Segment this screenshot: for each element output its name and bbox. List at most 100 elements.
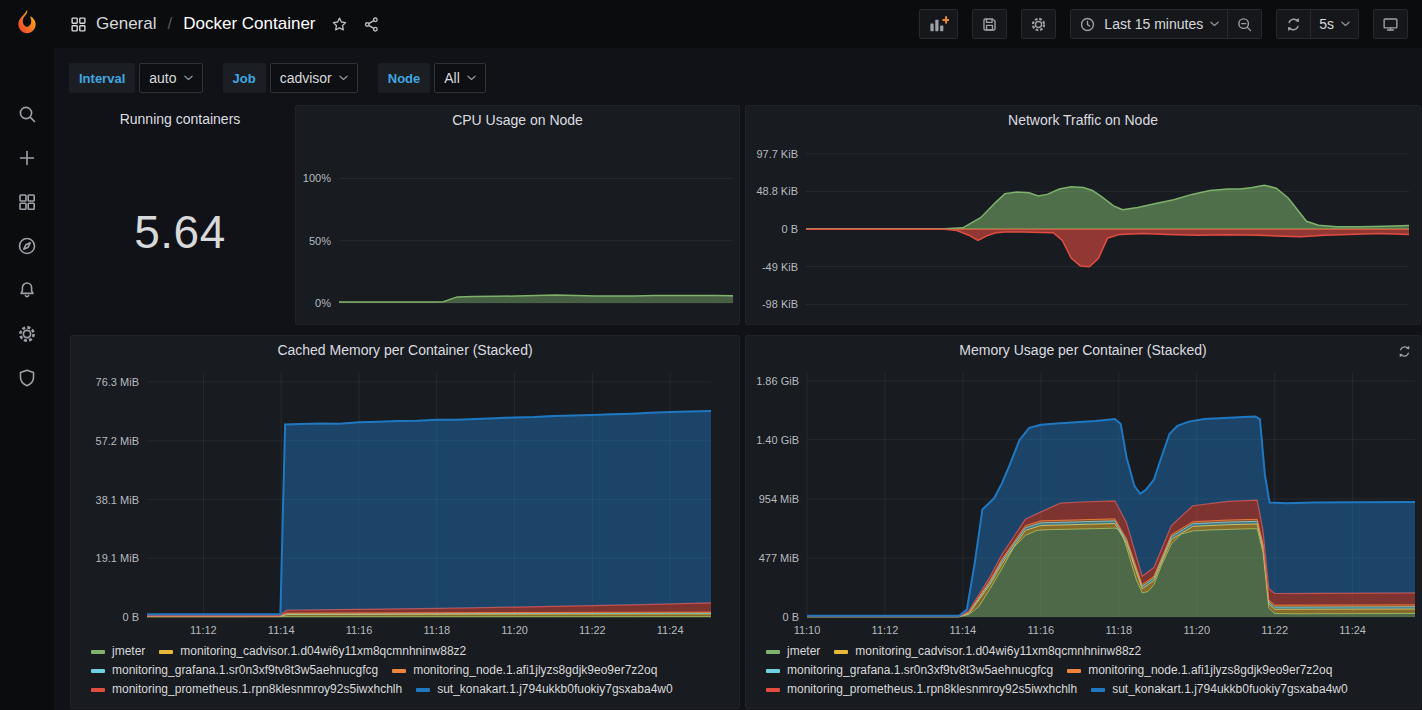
star-icon[interactable] <box>331 16 348 33</box>
y-tick-label: 19.1 MiB <box>96 552 139 564</box>
shield-icon[interactable] <box>17 368 37 388</box>
legend-label: jmeter <box>787 642 820 661</box>
y-tick-label: 50% <box>309 235 331 247</box>
legend-swatch <box>91 669 105 673</box>
x-tick-label: 11:14 <box>950 624 977 636</box>
legend-item[interactable]: monitoring_prometheus.1.rpn8klesnmroy92s… <box>91 680 402 699</box>
variable-job-value[interactable]: cadvisor <box>270 63 358 93</box>
legend-item[interactable]: monitoring_prometheus.1.rpn8klesnmroy92s… <box>766 680 1077 699</box>
search-icon[interactable] <box>17 104 37 124</box>
panel-title[interactable]: Network Traffic on Node <box>746 112 1420 128</box>
settings-icon[interactable] <box>17 324 37 344</box>
explore-icon[interactable] <box>17 236 37 256</box>
x-tick-label: 11:16 <box>1027 624 1054 636</box>
legend-row: jmeter monitoring_cadvisor.1.d04wi6y11xm8… <box>766 642 1412 661</box>
time-picker: Last 15 minutes <box>1070 9 1262 39</box>
dashboards-icon[interactable] <box>17 192 37 212</box>
legend-row: monitoring_grafana.1.sr0n3xf9tv8t3w5aehn… <box>766 661 1412 680</box>
legend-item[interactable]: monitoring_cadvisor.1.d04wi6y11xm8qcmnhn… <box>159 642 466 661</box>
y-tick-label: 0% <box>315 297 331 309</box>
legend-item[interactable]: jmeter <box>91 642 145 661</box>
dashboard-grid-icon <box>70 16 87 33</box>
legend-label: monitoring_node.1.afi1jlyzs8gdjk9eo9er7z… <box>413 661 657 680</box>
legend-label: monitoring_prometheus.1.rpn8klesnmroy92s… <box>112 680 402 699</box>
legend-swatch <box>392 669 406 673</box>
variable-job: Job cadvisor <box>223 63 358 93</box>
chevron-down-icon <box>1210 21 1219 27</box>
topbar: General / Docker Container Last 15 minut… <box>54 0 1422 48</box>
refresh-interval-button[interactable]: 5s <box>1310 10 1358 38</box>
legend-item[interactable]: sut_konakart.1.j794ukkb0fuokiy7gsxaba4w0 <box>416 680 673 699</box>
legend-swatch <box>159 650 173 654</box>
legend-item[interactable]: monitoring_node.1.afi1jlyzs8gdjk9eo9er7z… <box>392 661 657 680</box>
panel-title[interactable]: Memory Usage per Container (Stacked) <box>746 342 1420 358</box>
legend-swatch <box>766 669 780 673</box>
chevron-down-icon <box>1341 21 1350 27</box>
legend-item[interactable]: monitoring_cadvisor.1.d04wi6y11xm8qcmnhn… <box>834 642 1141 661</box>
panel-refresh-icon[interactable] <box>1397 344 1412 359</box>
y-tick-label: 38.1 MiB <box>96 494 139 506</box>
x-tick-label: 11:20 <box>501 624 528 636</box>
variable-node-value[interactable]: All <box>434 63 486 93</box>
legend-label: jmeter <box>112 642 145 661</box>
variable-node: Node All <box>378 63 486 93</box>
y-tick-label: 48.8 KiB <box>756 185 798 197</box>
x-tick-label: 11:22 <box>579 624 606 636</box>
variable-interval-value-text: auto <box>149 70 176 86</box>
variables-row: Interval auto Job cadvisor Node All <box>69 63 486 93</box>
legend-item[interactable]: monitoring_node.1.afi1jlyzs8gdjk9eo9er7z… <box>1067 661 1332 680</box>
y-tick-label: 57.2 MiB <box>96 435 139 447</box>
x-tick-label: 11:22 <box>1261 624 1288 636</box>
y-tick-label: -49 KiB <box>762 261 798 273</box>
dashboard-toolbar: Last 15 minutes 5s <box>919 9 1408 39</box>
alerting-icon[interactable] <box>17 280 37 300</box>
legend-label: monitoring_grafana.1.sr0n3xf9tv8t3w5aehn… <box>112 661 378 680</box>
legend-swatch <box>766 688 780 692</box>
variable-node-label[interactable]: Node <box>378 63 431 93</box>
legend-label: monitoring_grafana.1.sr0n3xf9tv8t3w5aehn… <box>787 661 1053 680</box>
legend-label: sut_konakart.1.j794ukkb0fuokiy7gsxaba4w0 <box>1112 680 1348 699</box>
add-panel-button[interactable] <box>919 9 958 39</box>
network-chart[interactable]: 97.7 KiB48.8 KiB0 B-49 KiB-98 KiB <box>746 106 1422 326</box>
zoom-out-button[interactable] <box>1227 10 1261 38</box>
y-tick-label: 76.3 MiB <box>96 376 139 388</box>
legend-swatch <box>766 650 780 654</box>
x-tick-label: 11:20 <box>1183 624 1210 636</box>
cpu-chart[interactable]: 100%50%0% <box>296 106 741 326</box>
variable-interval-value[interactable]: auto <box>139 63 202 93</box>
breadcrumb-separator: / <box>165 14 174 34</box>
save-dashboard-button[interactable] <box>972 9 1007 39</box>
legend: jmeter monitoring_cadvisor.1.d04wi6y11xm8… <box>91 642 731 699</box>
breadcrumb: General / Docker Container <box>70 14 380 34</box>
time-range-button[interactable]: Last 15 minutes <box>1071 10 1227 38</box>
legend-label: monitoring_cadvisor.1.d04wi6y11xm8qcmnhn… <box>180 642 466 661</box>
legend-swatch <box>834 650 848 654</box>
variable-interval-label[interactable]: Interval <box>69 63 135 93</box>
legend-swatch <box>1067 669 1081 673</box>
cycle-view-button[interactable] <box>1373 9 1408 39</box>
dashboard-settings-button[interactable] <box>1021 9 1056 39</box>
x-tick-label: 11:24 <box>657 624 684 636</box>
share-icon[interactable] <box>363 16 380 33</box>
breadcrumb-title[interactable]: Docker Container <box>183 14 315 34</box>
time-range-label: Last 15 minutes <box>1104 16 1203 32</box>
add-icon[interactable] <box>17 148 37 168</box>
breadcrumb-section[interactable]: General <box>96 14 156 34</box>
panel-title[interactable]: Cached Memory per Container (Stacked) <box>71 342 739 358</box>
legend-label: monitoring_cadvisor.1.d04wi6y11xm8qcmnhn… <box>855 642 1141 661</box>
refresh-group: 5s <box>1276 9 1359 39</box>
legend-item[interactable]: jmeter <box>766 642 820 661</box>
legend-item[interactable]: monitoring_grafana.1.sr0n3xf9tv8t3w5aehn… <box>766 661 1053 680</box>
panel-title[interactable]: CPU Usage on Node <box>296 112 739 128</box>
variable-job-label[interactable]: Job <box>223 63 266 93</box>
legend-row: jmeter monitoring_cadvisor.1.d04wi6y11xm8… <box>91 642 731 661</box>
grafana-logo[interactable] <box>11 7 43 39</box>
chevron-down-icon <box>184 75 193 81</box>
panel-title[interactable]: Running containers <box>70 111 290 127</box>
refresh-button[interactable] <box>1277 10 1310 38</box>
y-tick-label: 97.7 KiB <box>756 148 798 160</box>
legend-item[interactable]: monitoring_grafana.1.sr0n3xf9tv8t3w5aehn… <box>91 661 378 680</box>
legend-item[interactable]: sut_konakart.1.j794ukkb0fuokiy7gsxaba4w0 <box>1091 680 1348 699</box>
legend-swatch <box>91 650 105 654</box>
legend-swatch <box>416 688 430 692</box>
